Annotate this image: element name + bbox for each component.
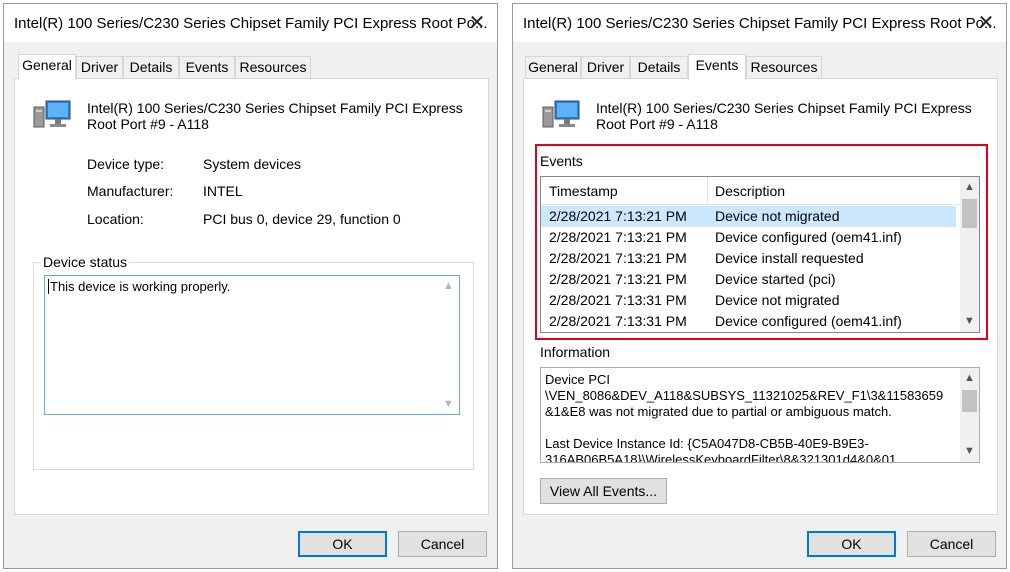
title-bar: Intel(R) 100 Series/C230 Series Chipset …	[513, 4, 1006, 42]
tab-resources[interactable]: Resources	[235, 56, 311, 79]
column-header-description[interactable]: Description	[715, 177, 785, 205]
scrollbar-thumb[interactable]	[962, 390, 977, 412]
event-description: Device not migrated	[715, 292, 840, 308]
cancel-button[interactable]: Cancel	[398, 531, 487, 557]
device-properties-dialog-events: Intel(R) 100 Series/C230 Series Chipset …	[512, 3, 1007, 569]
events-list-header: Timestamp Description	[541, 177, 979, 205]
information-line: Device PCI	[545, 372, 611, 387]
information-scrollbar[interactable]: ▲ ▼	[960, 368, 979, 462]
location-label: Location:	[87, 211, 144, 227]
event-description: Device started (pci)	[715, 271, 836, 287]
device-name: Intel(R) 100 Series/C230 Series Chipset …	[596, 100, 972, 132]
tab-details[interactable]: Details	[630, 56, 688, 79]
view-all-events-button[interactable]: View All Events...	[540, 478, 667, 504]
tab-general[interactable]: General	[525, 56, 581, 79]
device-name: Intel(R) 100 Series/C230 Series Chipset …	[87, 100, 463, 132]
column-divider[interactable]	[707, 177, 708, 205]
event-timestamp: 2/28/2021 7:13:21 PM	[549, 250, 687, 266]
manufacturer-value: INTEL	[203, 183, 243, 199]
information-textbox[interactable]: Device PCI \VEN_8086&DEV_A118&SUBSYS_113…	[540, 367, 980, 463]
window-title: Intel(R) 100 Series/C230 Series Chipset …	[523, 15, 997, 32]
information-line: 316AB06B5A18}\WirelessKeyboardFilter\8&3…	[545, 452, 897, 463]
device-properties-dialog-general: Intel(R) 100 Series/C230 Series Chipset …	[3, 3, 498, 569]
chevron-down-icon[interactable]: ▼	[960, 442, 979, 461]
title-bar: Intel(R) 100 Series/C230 Series Chipset …	[4, 4, 497, 42]
chevron-up-icon[interactable]: ▲	[960, 369, 979, 388]
tab-events[interactable]: Events	[179, 56, 235, 79]
tab-events[interactable]: Events	[688, 54, 746, 80]
device-status-text: This device is working properly.	[48, 279, 231, 294]
device-type-value: System devices	[203, 156, 302, 172]
event-description: Device configured (oem41.inf)	[715, 313, 902, 329]
event-description: Device install requested	[715, 250, 864, 266]
event-row[interactable]: 2/28/2021 7:13:21 PM Device configured (…	[541, 227, 956, 248]
tab-panel-events: Intel(R) 100 Series/C230 Series Chipset …	[523, 78, 998, 515]
chevron-down-icon[interactable]: ▼	[440, 398, 457, 410]
pci-device-icon	[33, 97, 73, 134]
information-line	[545, 420, 957, 436]
close-icon[interactable]: ✕	[457, 4, 497, 42]
events-list[interactable]: Timestamp Description 2/28/2021 7:13:21 …	[540, 176, 980, 333]
close-icon[interactable]: ✕	[966, 4, 1006, 42]
event-row[interactable]: 2/28/2021 7:13:21 PM Device install requ…	[541, 248, 956, 269]
event-row[interactable]: 2/28/2021 7:13:31 PM Device configured (…	[541, 311, 956, 332]
manufacturer-label: Manufacturer:	[87, 183, 174, 199]
location-value: PCI bus 0, device 29, function 0	[203, 211, 401, 227]
event-timestamp: 2/28/2021 7:13:21 PM	[549, 208, 687, 224]
event-timestamp: 2/28/2021 7:13:31 PM	[549, 313, 687, 329]
tab-driver[interactable]: Driver	[76, 56, 123, 79]
tab-resources[interactable]: Resources	[746, 56, 822, 79]
information-line: Last Device Instance Id: {C5A047D8-CB5B-…	[545, 436, 869, 451]
tab-details[interactable]: Details	[123, 56, 179, 79]
event-timestamp: 2/28/2021 7:13:21 PM	[549, 271, 687, 287]
device-type-label: Device type:	[87, 156, 165, 172]
event-row[interactable]: 2/28/2021 7:13:31 PM Device not migrated	[541, 290, 956, 311]
tab-panel-general: Intel(R) 100 Series/C230 Series Chipset …	[14, 78, 489, 515]
column-header-timestamp[interactable]: Timestamp	[549, 177, 618, 205]
events-label: Events	[540, 153, 583, 169]
events-scrollbar[interactable]: ▲ ▼	[960, 177, 979, 332]
tab-general[interactable]: General	[18, 54, 76, 80]
chevron-up-icon[interactable]: ▲	[960, 178, 979, 197]
information-label: Information	[540, 344, 611, 360]
ok-button[interactable]: OK	[807, 531, 896, 557]
event-timestamp: 2/28/2021 7:13:21 PM	[549, 229, 687, 245]
information-line: &1&E8 was not migrated due to partial or…	[545, 404, 892, 419]
device-status-group: Device status This device is working pro…	[33, 254, 474, 470]
chevron-down-icon[interactable]: ▼	[960, 312, 979, 331]
device-status-label: Device status	[41, 254, 130, 270]
scrollbar-thumb[interactable]	[962, 199, 977, 228]
information-text: Device PCI \VEN_8086&DEV_A118&SUBSYS_113…	[545, 372, 957, 463]
chevron-up-icon[interactable]: ▲	[440, 280, 457, 292]
event-row[interactable]: 2/28/2021 7:13:21 PM Device not migrated	[541, 206, 956, 227]
event-description: Device not migrated	[715, 208, 840, 224]
device-status-textbox[interactable]: This device is working properly. ▲ ▼	[44, 275, 460, 415]
ok-button[interactable]: OK	[298, 531, 387, 557]
information-line: \VEN_8086&DEV_A118&SUBSYS_11321025&REV_F…	[545, 388, 944, 403]
window-title: Intel(R) 100 Series/C230 Series Chipset …	[14, 15, 488, 32]
event-row[interactable]: 2/28/2021 7:13:21 PM Device started (pci…	[541, 269, 956, 290]
cancel-button[interactable]: Cancel	[907, 531, 996, 557]
event-description: Device configured (oem41.inf)	[715, 229, 902, 245]
event-timestamp: 2/28/2021 7:13:31 PM	[549, 292, 687, 308]
pci-device-icon	[542, 97, 582, 134]
tab-driver[interactable]: Driver	[581, 56, 630, 79]
